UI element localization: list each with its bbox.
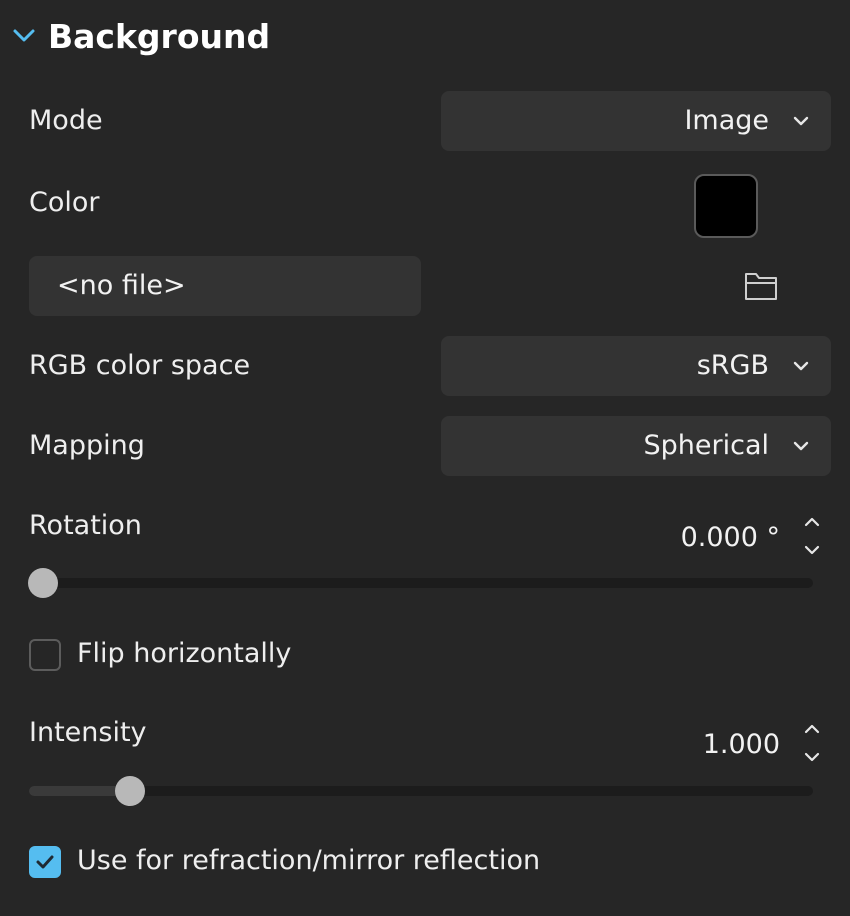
flip-horizontally-checkbox[interactable] [29,639,61,671]
refraction-label: Use for refraction/mirror reflection [77,845,541,876]
refraction-checkbox[interactable] [29,846,61,878]
intensity-slider-thumb[interactable] [114,776,145,806]
color-space-dropdown-value: sRGB [696,350,769,381]
intensity-label: Intensity [29,717,147,748]
intensity-value[interactable]: 1.000 [703,727,780,763]
flip-horizontally-label: Flip horizontally [77,638,292,669]
mapping-dropdown[interactable]: Spherical [441,416,831,476]
section-header-background[interactable]: Background [0,0,850,76]
chevron-down-icon [793,116,809,126]
rotation-stepper[interactable] [800,513,824,565]
chevron-down-icon[interactable] [12,24,36,48]
color-swatch[interactable] [694,174,758,238]
intensity-stepper[interactable] [800,720,824,772]
file-path-value: <no file> [57,270,186,301]
chevron-down-icon [793,441,809,451]
mode-label: Mode [29,105,103,136]
chevron-down-icon [804,752,820,762]
rotation-value[interactable]: 0.000 ° [681,520,780,556]
checkmark-icon [36,855,54,869]
mode-dropdown[interactable]: Image [441,91,831,151]
chevron-up-icon [804,724,820,734]
mapping-label: Mapping [29,430,145,461]
rotation-slider[interactable] [28,568,813,598]
file-path-field[interactable]: <no file> [29,256,421,316]
rotation-slider-thumb[interactable] [28,568,58,598]
color-label: Color [29,187,100,218]
mode-dropdown-value: Image [684,105,769,136]
section-title: Background [48,17,271,56]
chevron-up-icon [804,517,820,527]
folder-icon[interactable] [742,268,780,304]
intensity-slider[interactable] [29,776,813,806]
color-space-label: RGB color space [29,350,251,381]
color-space-dropdown[interactable]: sRGB [441,336,831,396]
chevron-down-icon [793,361,809,371]
mapping-dropdown-value: Spherical [643,430,770,461]
rotation-label: Rotation [29,510,142,541]
chevron-down-icon [804,545,820,555]
